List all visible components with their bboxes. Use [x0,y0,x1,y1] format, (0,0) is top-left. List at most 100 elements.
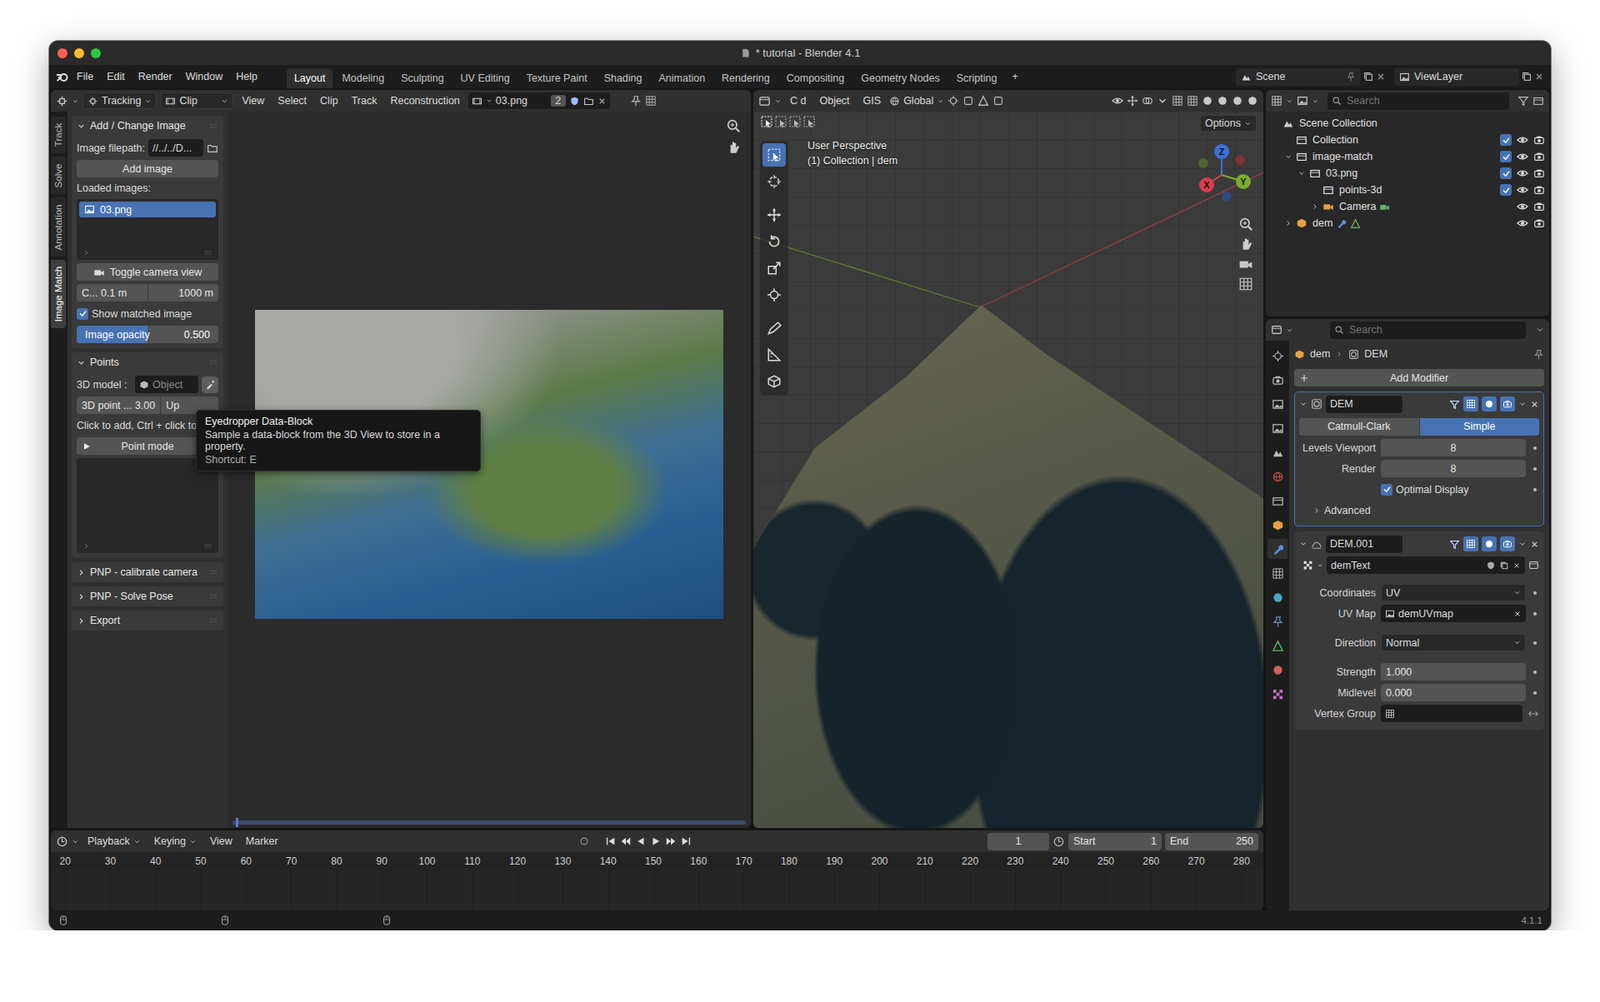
menu-item[interactable]: File [70,68,100,85]
panel-header[interactable]: PNP - calibrate camera [76,562,219,583]
close-icon[interactable] [597,96,607,106]
clip-scrubber[interactable] [227,816,751,829]
eye-icon[interactable] [1111,95,1124,107]
move-icon[interactable] [1126,95,1139,107]
mode-dropdown[interactable]: Tracking [82,92,157,110]
transform-icon[interactable] [947,95,960,107]
tool-button[interactable] [762,256,786,280]
close-icon[interactable] [1512,561,1521,570]
options-button[interactable]: Options [1200,115,1257,132]
render-icon[interactable] [1533,184,1545,196]
properties-tab[interactable] [1267,490,1288,511]
play-icon[interactable] [650,835,662,848]
shield-icon[interactable] [1485,560,1496,571]
orientation-dropdown[interactable]: Global [889,92,945,110]
editor-type-button[interactable] [55,833,80,851]
zoom-button[interactable] [90,48,101,59]
clip-end-field[interactable]: 1000 m [148,284,220,302]
properties-search[interactable] [1330,321,1526,340]
chevron-icon[interactable] [1299,540,1308,549]
workspace-tab[interactable]: Modeling [334,68,392,89]
render-icon[interactable] [1533,167,1545,180]
header-menu[interactable]: View [236,93,270,109]
3d-viewport[interactable]: User Perspective(1) Collection | demOpti… [753,111,1264,829]
menu-item[interactable]: Render [132,68,179,85]
chevron-icon[interactable] [1518,540,1527,549]
checkbox[interactable] [1500,184,1512,196]
workspace-tab[interactable]: Animation [651,68,714,89]
header-menu[interactable]: Object [814,93,855,109]
model-field[interactable]: Object [135,375,199,394]
number-field[interactable]: 0.000 [1380,684,1526,702]
eye-icon[interactable] [1516,217,1529,230]
editor-icon[interactable] [758,95,771,108]
properties-tab[interactable] [1267,466,1288,487]
hand-icon[interactable] [1238,236,1254,252]
grid-icon[interactable] [1186,95,1199,107]
copy-icon[interactable] [1520,70,1533,83]
properties-tab[interactable] [1267,660,1288,680]
timeline-menu[interactable]: Playback [82,833,146,851]
filepath-field[interactable]: //../../D... [148,139,204,157]
header-menu[interactable]: Track [346,93,383,109]
shading-icon[interactable] [1201,95,1214,107]
breadcrumb-object[interactable]: dem [1310,348,1330,360]
toggle-button[interactable] [1481,396,1497,412]
properties-tab[interactable] [1267,418,1288,439]
toggle-button[interactable] [1500,536,1515,552]
properties-tab[interactable] [1267,442,1288,463]
add-workspace-button[interactable]: + [1005,68,1024,85]
outliner-row[interactable]: Scene Collection [1270,115,1546,132]
view-layer-selector[interactable]: ViewLayer [1394,68,1520,86]
select-box-icon[interactable] [788,115,802,129]
editor-type-button[interactable] [55,92,80,110]
properties-tab[interactable] [1267,611,1288,632]
filter-icon[interactable] [1449,539,1460,550]
close-icon[interactable] [1513,610,1522,619]
chevron-icon[interactable] [1535,325,1545,335]
add-modifier-button[interactable]: Add Modifier [1294,369,1545,387]
outliner-row[interactable]: Collection [1270,131,1546,149]
view-dropdown[interactable]: Clip [160,92,234,110]
close-icon[interactable] [1375,71,1386,82]
eye-icon[interactable] [1516,134,1529,146]
keyframe-dot[interactable] [1530,641,1540,645]
collapsed-panel[interactable]: PNP - Solve Pose [71,586,224,607]
header-menu[interactable]: GIS [858,93,887,109]
chevron-icon[interactable] [1297,169,1306,178]
point-size-field[interactable]: 3D point ... 3.00 [76,396,160,415]
outliner-search-input[interactable] [1345,94,1505,108]
workspace-tab[interactable]: Rendering [714,68,778,89]
eye-icon[interactable] [1516,167,1529,180]
checkbox[interactable] [1500,134,1512,146]
tool-button[interactable] [762,170,786,194]
scene-selector[interactable]: Scene [1235,68,1361,86]
shading-icon[interactable] [1246,95,1259,107]
properties-tab[interactable] [1267,539,1288,560]
end-frame-field[interactable]: End250 [1165,833,1259,851]
editor-icon[interactable] [1528,560,1540,571]
panel-header[interactable]: Points [76,352,219,373]
display-mode-button[interactable] [1296,92,1320,110]
eye-icon[interactable] [1516,150,1529,163]
sidebar-tab[interactable]: Annotation [50,197,66,257]
subdivision-type-option[interactable]: Catmull-Clark [1299,418,1420,436]
show-matched-row[interactable]: Show matched image [76,305,219,323]
workspace-tab[interactable]: Sculpting [393,68,451,89]
properties-tab[interactable] [1267,515,1288,535]
workspace-tab[interactable]: Shading [596,68,650,89]
render-icon[interactable] [1533,217,1545,230]
filter-icon[interactable] [1517,95,1530,107]
camera-icon[interactable] [1238,256,1254,272]
render-icon[interactable] [1533,150,1545,163]
workspace-tab[interactable]: Scripting [949,68,1005,89]
texture-field[interactable]: demText [1326,556,1525,575]
tool-button[interactable] [762,316,786,340]
frame-ruler[interactable]: 2030405060708090100110120130140150160170… [50,852,1264,871]
shading-icon[interactable] [1231,95,1244,107]
workspace-tab[interactable]: Texture Paint [519,68,595,89]
close-icon[interactable] [1534,71,1545,82]
toggle-button[interactable] [1500,396,1515,412]
menu-item[interactable]: Window [180,68,229,85]
workspace-tab[interactable]: Layout [286,68,334,89]
